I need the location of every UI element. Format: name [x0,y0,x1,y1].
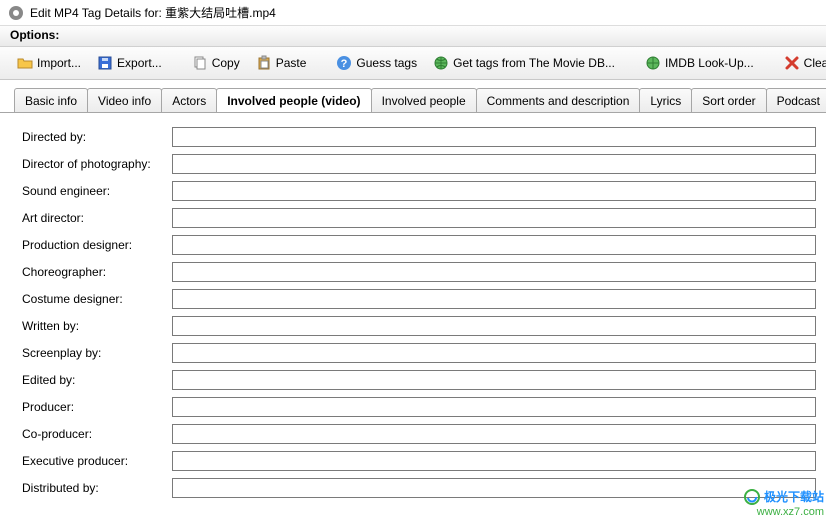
toolbar: Import... Export... Copy Paste ? Guess t… [0,47,826,80]
guess-label: Guess tags [356,56,417,70]
tab-label: Involved people [382,94,466,108]
paste-label: Paste [276,56,307,70]
moviedb-button[interactable]: Get tags from The Movie DB... [426,51,622,75]
tab-lyrics[interactable]: Lyrics [639,88,692,112]
input-screenplay[interactable] [172,343,816,363]
label-coproducer: Co-producer: [22,427,172,441]
input-written[interactable] [172,316,816,336]
import-button[interactable]: Import... [10,51,88,75]
delete-icon [784,55,800,71]
input-art[interactable] [172,208,816,228]
tab-label: Sort order [702,94,755,108]
label-distributed: Distributed by: [22,481,172,495]
import-label: Import... [37,56,81,70]
tab-label: Basic info [25,94,77,108]
save-icon [97,55,113,71]
tab-basic-info[interactable]: Basic info [14,88,88,112]
input-directed-by[interactable] [172,127,816,147]
tab-involved-people-video[interactable]: Involved people (video) [216,88,371,112]
label-producer: Producer: [22,400,172,414]
input-prod-design[interactable] [172,235,816,255]
input-edited[interactable] [172,370,816,390]
globe-icon [645,55,661,71]
label-art: Art director: [22,211,172,225]
label-choreo: Choreographer: [22,265,172,279]
clear-button[interactable]: Clear all fields [777,51,826,75]
guess-tags-button[interactable]: ? Guess tags [329,51,424,75]
label-costume: Costume designer: [22,292,172,306]
export-button[interactable]: Export... [90,51,169,75]
export-label: Export... [117,56,162,70]
label-dop: Director of photography: [22,157,172,171]
label-directed-by: Directed by: [22,130,172,144]
tab-involved-people[interactable]: Involved people [371,88,477,112]
globe-icon [433,55,449,71]
tab-video-info[interactable]: Video info [87,88,162,112]
label-written: Written by: [22,319,172,333]
window-title: Edit MP4 Tag Details for: 重紫大结局吐槽.mp4 [30,4,276,21]
tabs-bar: Basic info Video info Actors Involved pe… [0,80,826,113]
paste-icon [256,55,272,71]
tab-sort-order[interactable]: Sort order [691,88,766,112]
tab-actors[interactable]: Actors [161,88,217,112]
label-screenplay: Screenplay by: [22,346,172,360]
tab-label: Podcast [777,94,820,108]
input-producer[interactable] [172,397,816,417]
tab-label: Video info [98,94,151,108]
tab-podcast[interactable]: Podcast [766,88,826,112]
question-icon: ? [336,55,352,71]
label-edited: Edited by: [22,373,172,387]
options-label: Options: [0,26,826,47]
folder-open-icon [17,55,33,71]
label-sound: Sound engineer: [22,184,172,198]
moviedb-label: Get tags from The Movie DB... [453,56,615,70]
input-coproducer[interactable] [172,424,816,444]
tab-label: Involved people (video) [227,94,360,108]
copy-icon [192,55,208,71]
input-choreo[interactable] [172,262,816,282]
tab-label: Lyrics [650,94,681,108]
label-prod-design: Production designer: [22,238,172,252]
input-dop[interactable] [172,154,816,174]
label-exec: Executive producer: [22,454,172,468]
paste-button[interactable]: Paste [249,51,314,75]
imdb-label: IMDB Look-Up... [665,56,754,70]
tab-label: Actors [172,94,206,108]
copy-label: Copy [212,56,240,70]
tab-label: Comments and description [487,94,630,108]
input-exec[interactable] [172,451,816,471]
clear-label: Clear all fields [804,56,826,70]
imdb-button[interactable]: IMDB Look-Up... [638,51,761,75]
app-icon [8,5,24,21]
input-distributed[interactable] [172,478,816,498]
copy-button[interactable]: Copy [185,51,247,75]
input-sound[interactable] [172,181,816,201]
input-costume[interactable] [172,289,816,309]
tab-comments[interactable]: Comments and description [476,88,641,112]
svg-text:?: ? [341,58,348,70]
title-bar: Edit MP4 Tag Details for: 重紫大结局吐槽.mp4 [0,0,826,26]
form-panel: Directed by: Director of photography: So… [0,113,826,515]
